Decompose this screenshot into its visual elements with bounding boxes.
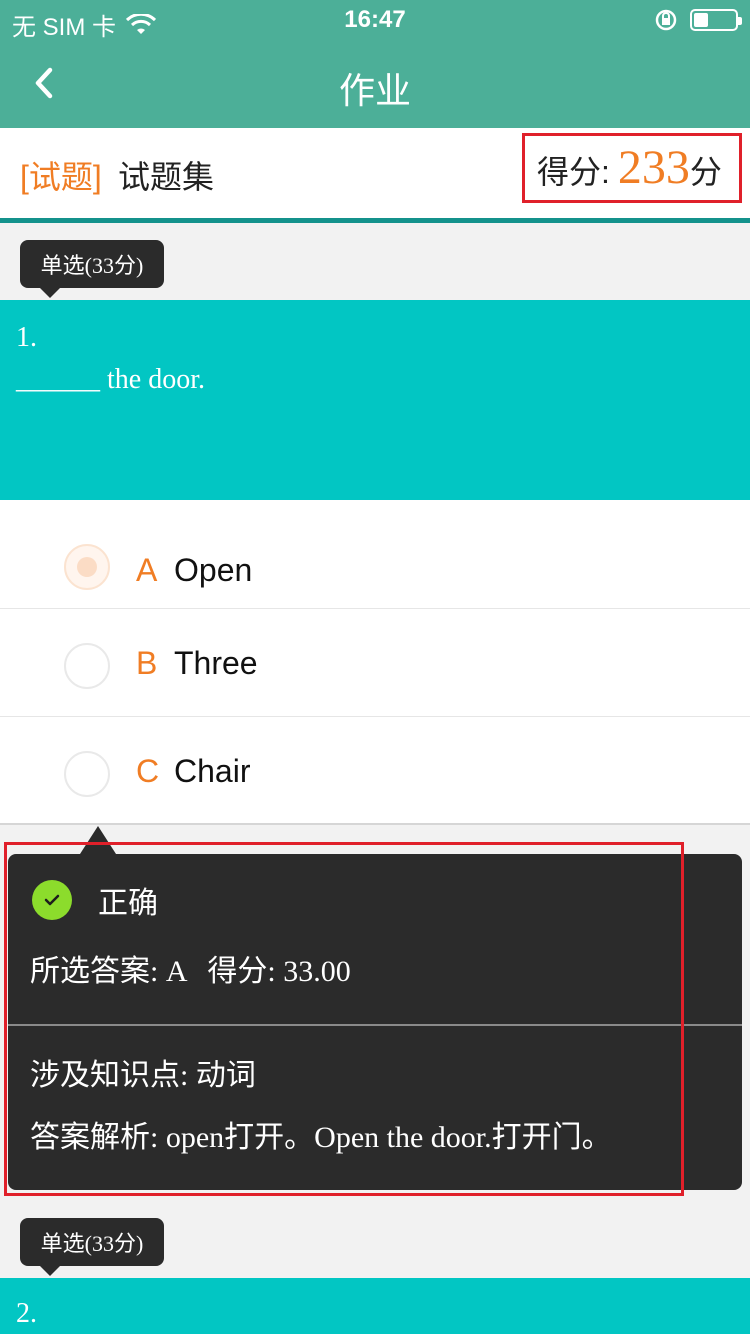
- rotation-lock-icon: [655, 9, 677, 31]
- question-type-tag: 单选(33分): [20, 240, 164, 298]
- question-text: ______ the door.: [16, 364, 205, 395]
- status-right: [654, 8, 742, 32]
- battery-icon: [690, 9, 742, 31]
- radio-button[interactable]: [64, 643, 110, 689]
- option-a[interactable]: A Open: [0, 500, 750, 609]
- question-stem: 1. ______ the door.: [0, 300, 750, 500]
- option-letter: A: [136, 552, 158, 588]
- option-letter: C: [136, 753, 160, 789]
- total-score: 得分: 233 分: [522, 133, 742, 203]
- checkmark-icon: [44, 894, 60, 906]
- status-bar: 无 SIM 卡 16:47: [0, 0, 750, 41]
- question-score-label: 得分:: [207, 955, 276, 988]
- result-status: 正确: [98, 887, 158, 920]
- question-type-tag: 单选(33分): [20, 1218, 164, 1276]
- knowledge-label: 涉及知识点:: [30, 1059, 189, 1092]
- score-unit: 分: [689, 154, 722, 190]
- question-stem: 2.: [0, 1278, 750, 1334]
- option-text: Open: [174, 552, 253, 588]
- answer-label: 所选答案:: [30, 955, 159, 988]
- analysis-value: open打开。Open the door.打开门。: [165, 1121, 612, 1154]
- score-label: 得分:: [537, 154, 610, 190]
- battery-fill: [694, 13, 708, 27]
- question-number: 2.: [16, 1298, 37, 1329]
- analysis-line: 答案解析: open打开。Open the door.打开门。: [30, 1112, 612, 1156]
- option-letter: B: [136, 645, 158, 681]
- result-panel: 正确 所选答案: A 得分: 33.00 涉及知识点: 动词 答案解析: ope…: [8, 854, 742, 1190]
- header-row: [试题] 试题集 得分: 233 分: [0, 128, 750, 223]
- divider: [8, 1024, 742, 1026]
- set-name: 试题集: [118, 159, 215, 195]
- option-c[interactable]: C Chair: [0, 717, 750, 825]
- radio-button-selected[interactable]: [64, 544, 110, 590]
- score-value: 233: [617, 141, 690, 194]
- result-pointer: [80, 826, 116, 854]
- question-score-value: 33.00: [283, 955, 351, 988]
- selected-answer-line: 所选答案: A 得分: 33.00: [30, 946, 351, 990]
- option-text: Chair: [174, 753, 251, 789]
- knowledge-point-line: 涉及知识点: 动词: [30, 1050, 256, 1094]
- nav-bar: 作业: [0, 40, 750, 128]
- status-time: 16:47: [344, 6, 406, 33]
- answer-value: A: [165, 955, 186, 988]
- option-text: Three: [174, 645, 258, 681]
- radio-button[interactable]: [64, 751, 110, 797]
- option-b[interactable]: B Three: [0, 609, 750, 717]
- question-number: 1.: [16, 322, 37, 353]
- page-title: 作业: [338, 70, 411, 111]
- check-icon: [32, 880, 72, 920]
- knowledge-value: 动词: [195, 1059, 256, 1092]
- set-type-tag: [试题]: [20, 159, 102, 195]
- analysis-label: 答案解析:: [30, 1121, 159, 1154]
